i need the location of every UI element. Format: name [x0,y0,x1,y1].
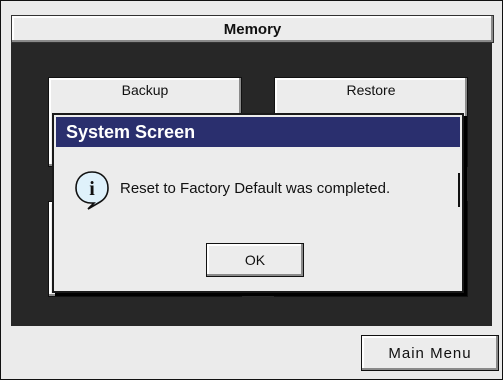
ok-button-label: OK [244,252,266,268]
app-frame: Memory Backup Restore Main Menu System S… [0,0,503,380]
system-dialog: System Screen i Reset to Factory Default… [52,113,464,293]
dialog-divider [458,173,460,207]
dialog-title: System Screen [66,121,196,142]
info-icon: i [74,170,109,210]
dialog-title-bar: System Screen [56,117,460,147]
window-title: Memory [11,15,494,43]
window-title-text: Memory [223,20,282,38]
svg-text:i: i [89,178,95,200]
ok-button[interactable]: OK [206,243,304,277]
main-menu-button[interactable]: Main Menu [361,335,499,371]
main-menu-button-label: Main Menu [388,344,472,362]
dialog-message: Reset to Factory Default was completed. [120,180,391,197]
